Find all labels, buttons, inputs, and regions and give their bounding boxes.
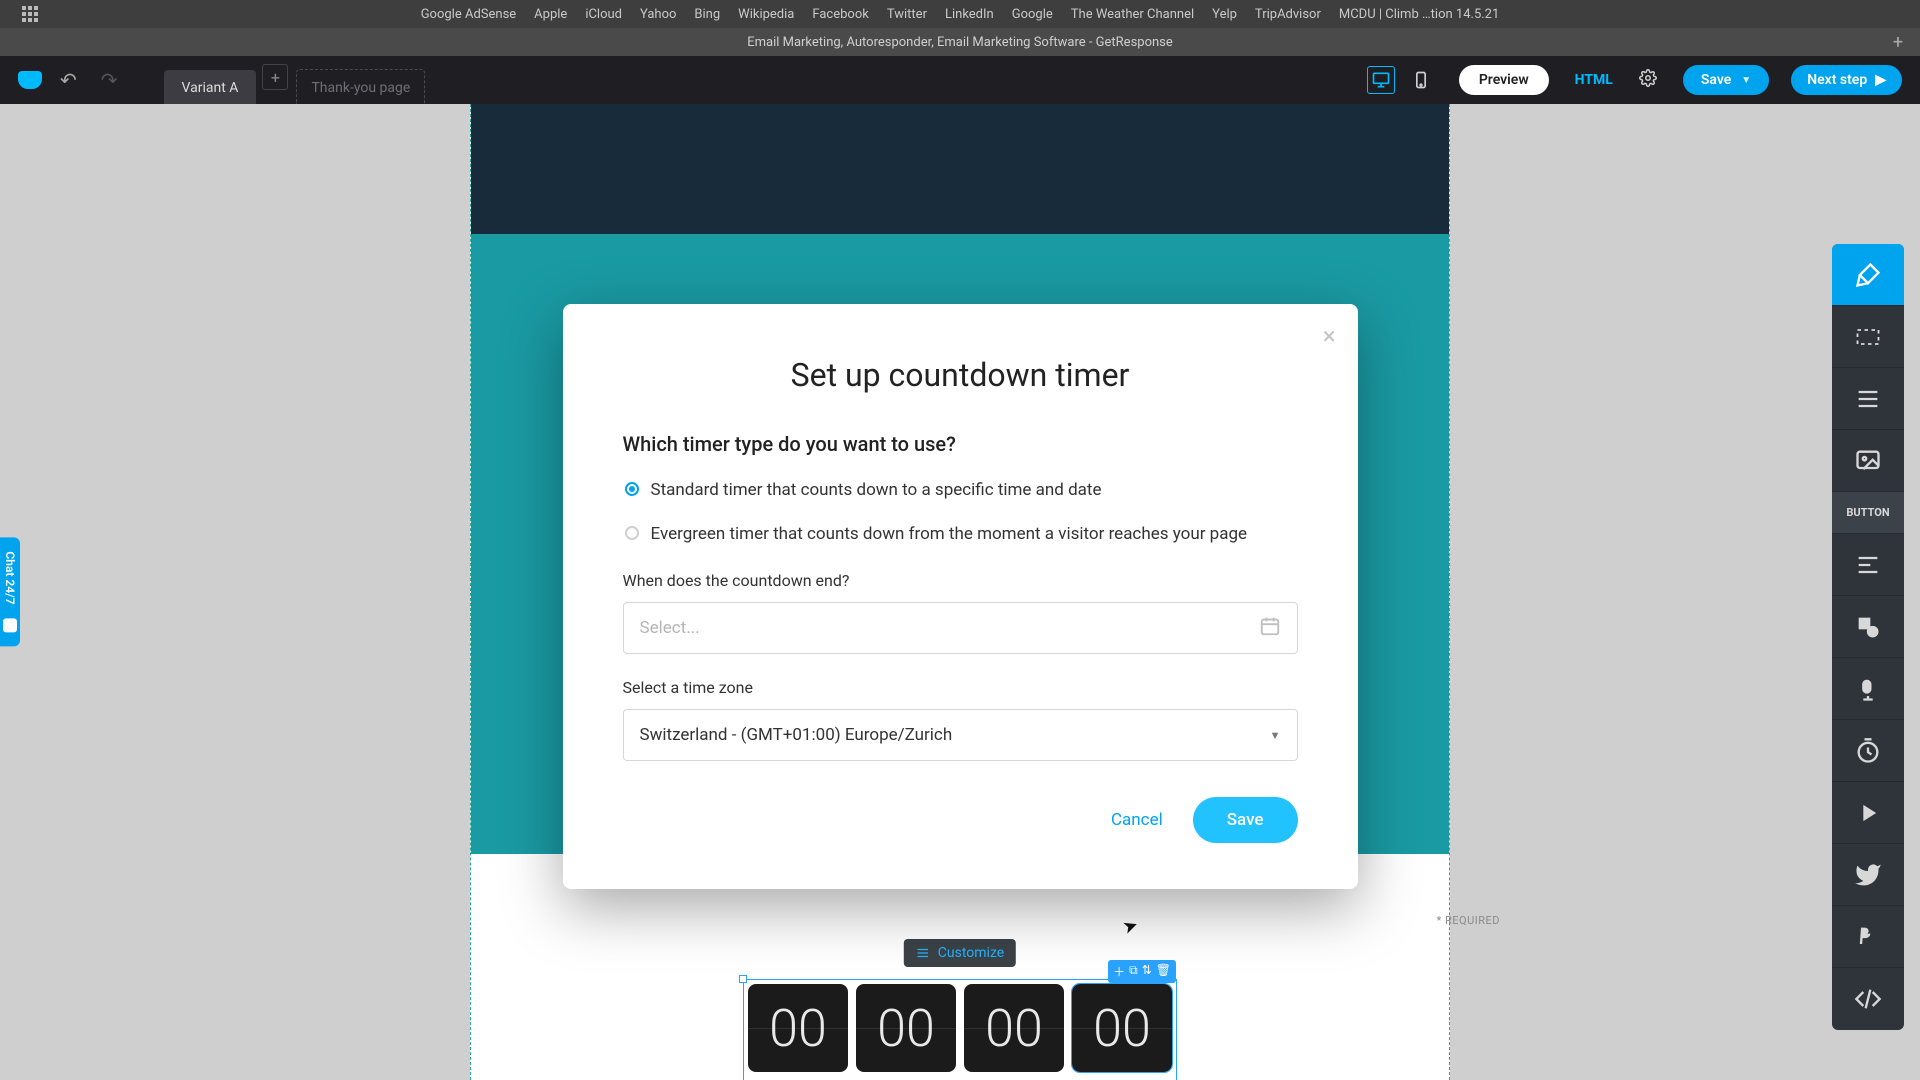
bookmark-link[interactable]: Facebook (812, 7, 868, 22)
window-title: Email Marketing, Autoresponder, Email Ma… (747, 35, 1173, 50)
redo-icon[interactable]: ↷ (95, 68, 124, 92)
bookmark-link[interactable]: Google AdSense (421, 7, 516, 22)
chevron-right-icon: ▶ (1875, 72, 1886, 88)
timezone-value: Switzerland - (GMT+01:00) Europe/Zurich (640, 725, 953, 745)
modal-actions: Cancel Save (623, 797, 1298, 843)
bookmark-link[interactable]: Yelp (1212, 7, 1237, 22)
bookmark-link[interactable]: LinkedIn (945, 7, 994, 22)
app-toolbar: ↶ ↷ Variant A + Thank-you page Preview H… (0, 56, 1920, 104)
bookmark-link[interactable]: The Weather Channel (1071, 7, 1194, 22)
next-step-label: Next step (1807, 72, 1867, 88)
modal-overlay: × Set up countdown timer Which timer typ… (0, 104, 1920, 1080)
modal-save-button[interactable]: Save (1193, 797, 1298, 843)
save-button[interactable]: Save ▼ (1683, 65, 1769, 95)
timezone-label: Select a time zone (623, 678, 1298, 697)
radio-on-icon (625, 482, 639, 496)
mobile-view-icon[interactable] (1407, 66, 1435, 94)
radio-standard-timer[interactable]: Standard timer that counts down to a spe… (623, 478, 1298, 504)
editor-tabs: Variant A + Thank-you page (164, 56, 426, 104)
bookmark-link[interactable]: Twitter (887, 7, 927, 22)
next-step-button[interactable]: Next step ▶ (1791, 65, 1902, 95)
bookmark-link[interactable]: Bing (694, 7, 720, 22)
close-icon[interactable]: × (1323, 322, 1336, 350)
apps-grid-icon[interactable] (22, 6, 38, 22)
end-date-placeholder: Select... (640, 618, 700, 638)
editor-workspace: * REQUIRED Customize 00 DAYS 00 HOURS 00… (0, 104, 1920, 1080)
undo-icon[interactable]: ↶ (54, 68, 83, 92)
calendar-icon (1259, 615, 1281, 642)
modal-title: Set up countdown timer (623, 356, 1298, 394)
html-view-link[interactable]: HTML (1575, 72, 1613, 88)
bookmark-link[interactable]: Google (1012, 7, 1053, 22)
radio-standard-label: Standard timer that counts down to a spe… (651, 478, 1102, 504)
settings-icon[interactable] (1639, 69, 1657, 91)
end-date-label: When does the countdown end? (623, 571, 1298, 590)
preview-button[interactable]: Preview (1459, 65, 1549, 95)
end-date-input[interactable]: Select... (623, 602, 1298, 654)
countdown-settings-modal: × Set up countdown timer Which timer typ… (563, 304, 1358, 889)
bookmark-link[interactable]: Apple (534, 7, 567, 22)
cancel-button[interactable]: Cancel (1111, 810, 1163, 830)
timezone-select[interactable]: Switzerland - (GMT+01:00) Europe/Zurich … (623, 709, 1298, 761)
radio-evergreen-label: Evergreen timer that counts down from th… (651, 522, 1248, 548)
tab-variant-a[interactable]: Variant A (164, 70, 257, 104)
app-logo-icon[interactable] (18, 71, 42, 89)
bookmark-link[interactable]: Yahoo (640, 7, 676, 22)
bookmark-link[interactable]: MCDU | Climb …tion 14.5.21 (1339, 7, 1499, 22)
desktop-view-icon[interactable] (1367, 66, 1395, 94)
new-tab-button[interactable]: + (1884, 28, 1912, 56)
chevron-down-icon: ▼ (1741, 75, 1751, 86)
bookmark-link[interactable]: iCloud (585, 7, 622, 22)
modal-question: Which timer type do you want to use? (623, 432, 1298, 456)
bookmark-link[interactable]: Wikipedia (738, 7, 794, 22)
radio-evergreen-timer[interactable]: Evergreen timer that counts down from th… (623, 522, 1298, 548)
add-variant-button[interactable]: + (262, 64, 288, 90)
save-button-label: Save (1701, 72, 1731, 88)
title-bar: Email Marketing, Autoresponder, Email Ma… (0, 28, 1920, 56)
chevron-down-icon: ▼ (1270, 729, 1281, 742)
bookmark-bar: Google AdSense Apple iCloud Yahoo Bing W… (0, 0, 1920, 28)
tab-thank-you[interactable]: Thank-you page (296, 69, 425, 104)
bookmark-link[interactable]: TripAdvisor (1255, 7, 1321, 22)
radio-off-icon (625, 526, 639, 540)
